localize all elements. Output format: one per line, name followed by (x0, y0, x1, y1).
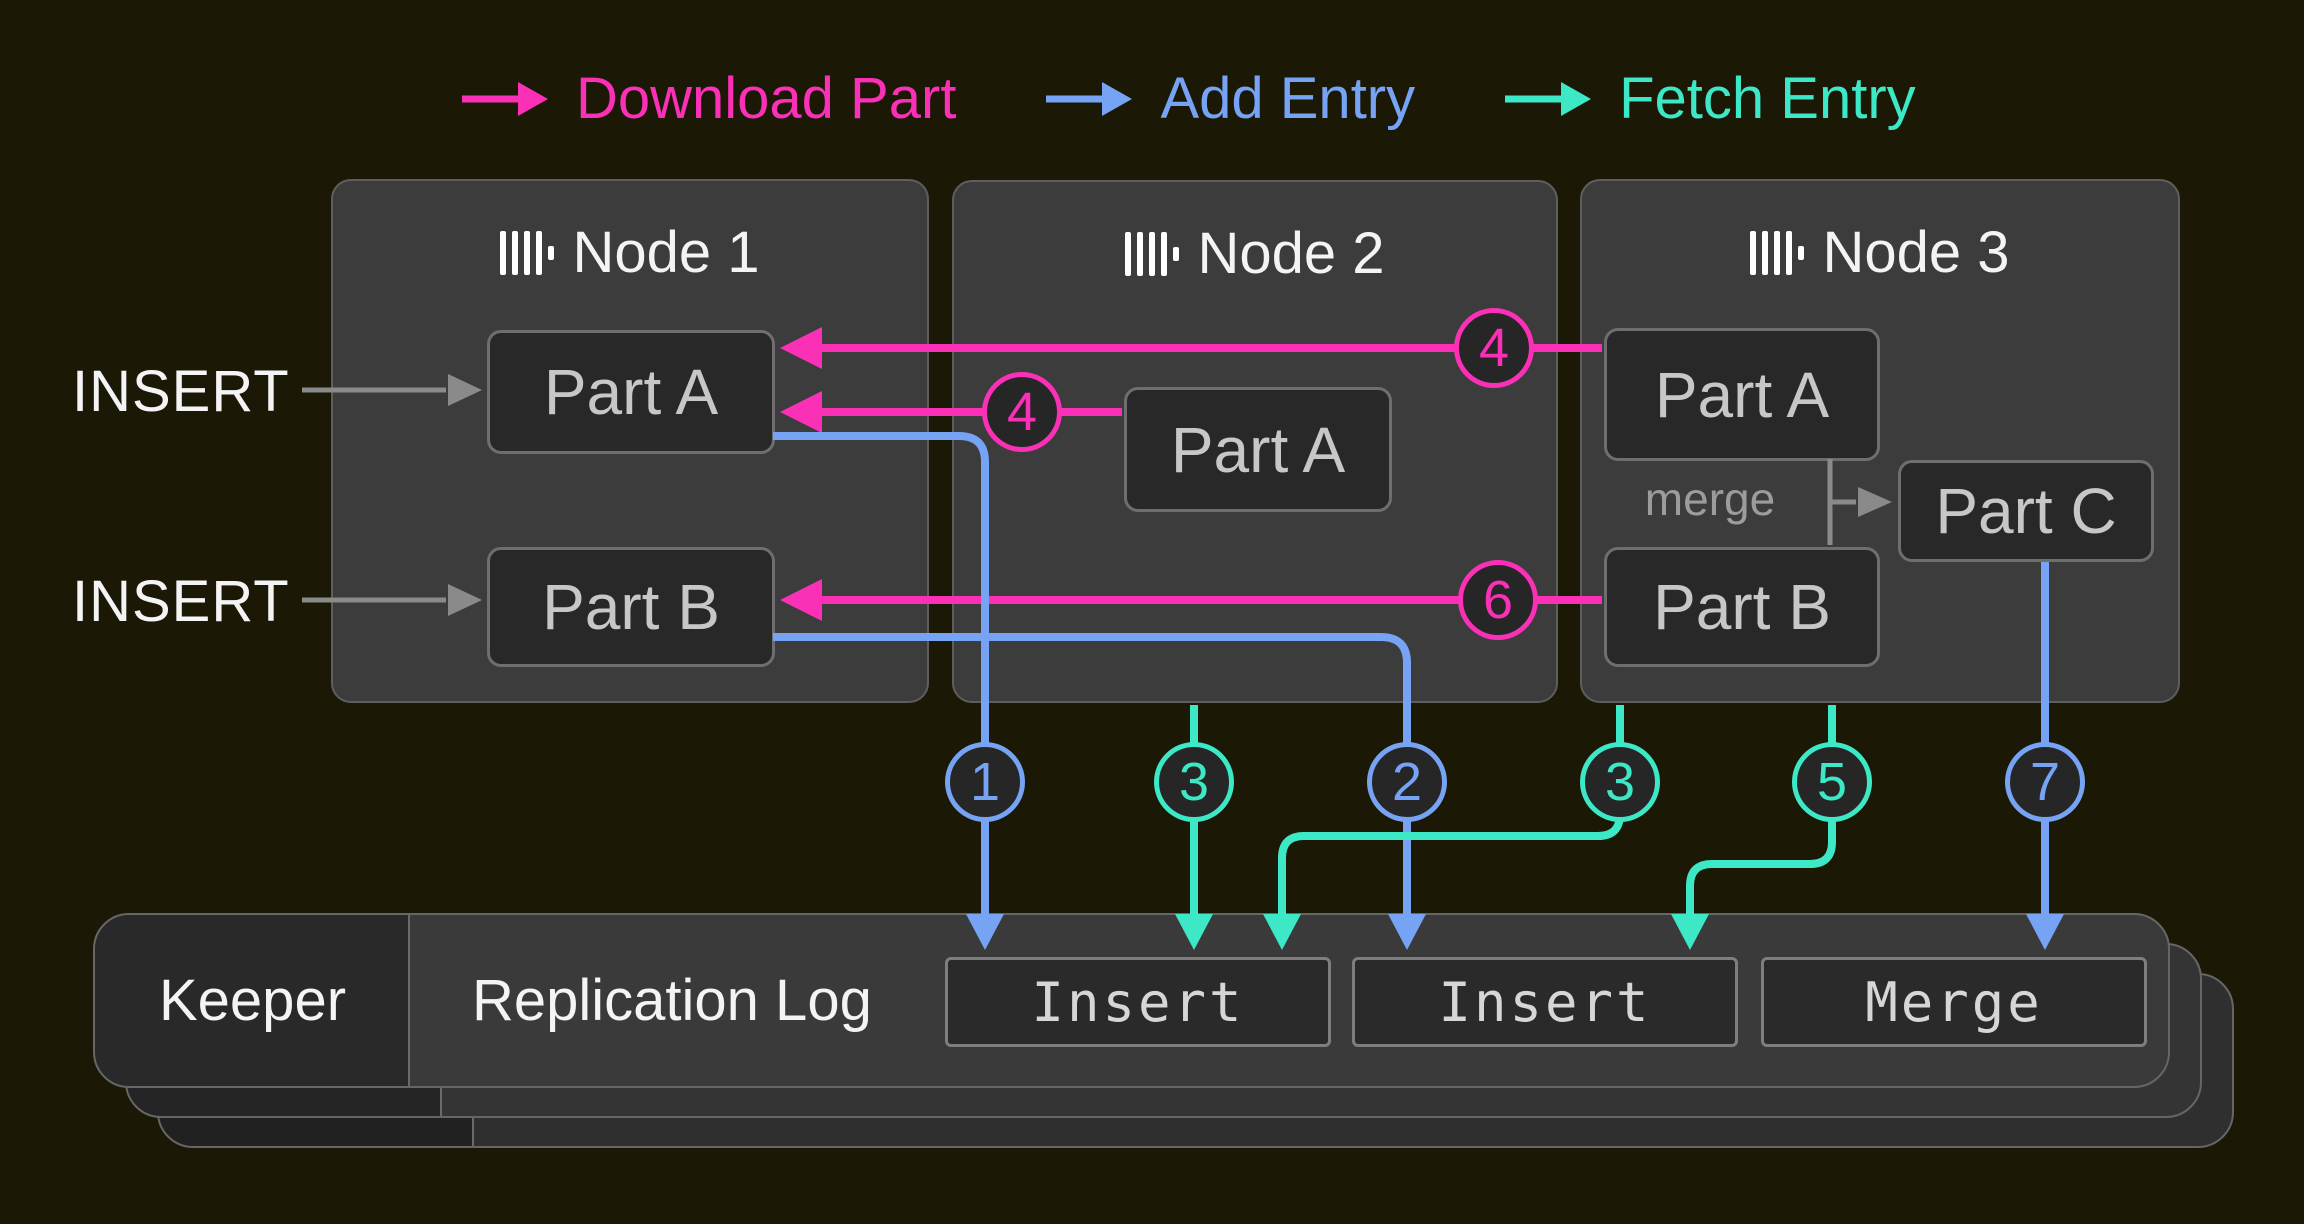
step-badge-1: 1 (945, 742, 1025, 822)
step-badge-2: 2 (1367, 742, 1447, 822)
step-badge-3b: 3 (1580, 742, 1660, 822)
download-part-arrowhead (780, 327, 822, 369)
wires-overlay (0, 0, 2304, 1224)
step-badge-4b: 4 (1454, 308, 1534, 388)
step-badge-7: 7 (2005, 742, 2085, 822)
step-badge-5: 5 (1792, 742, 1872, 822)
fetch-entry-arrowhead (1175, 914, 1213, 950)
fetch-entry-arrowhead (1263, 914, 1301, 950)
add-entry-arrowhead (2026, 914, 2064, 950)
step-badge-6: 6 (1458, 560, 1538, 640)
insert-arrow-icon (302, 374, 482, 616)
add-entry-arrowhead (966, 914, 1004, 950)
replication-diagram: Download Part Add Entry Fetch Entry INSE… (0, 0, 2304, 1224)
fetch-entry-line-3b (1282, 705, 1620, 916)
merge-arrow-icon (1830, 459, 1892, 545)
download-part-arrowhead (780, 391, 822, 433)
download-part-arrowhead (780, 579, 822, 621)
add-entry-line-1 (773, 436, 985, 916)
fetch-entry-arrowhead (1671, 914, 1709, 950)
step-badge-3a: 3 (1154, 742, 1234, 822)
add-entry-line-2 (773, 637, 1407, 916)
step-badge-4a: 4 (982, 372, 1062, 452)
add-entry-arrowhead (1388, 914, 1426, 950)
